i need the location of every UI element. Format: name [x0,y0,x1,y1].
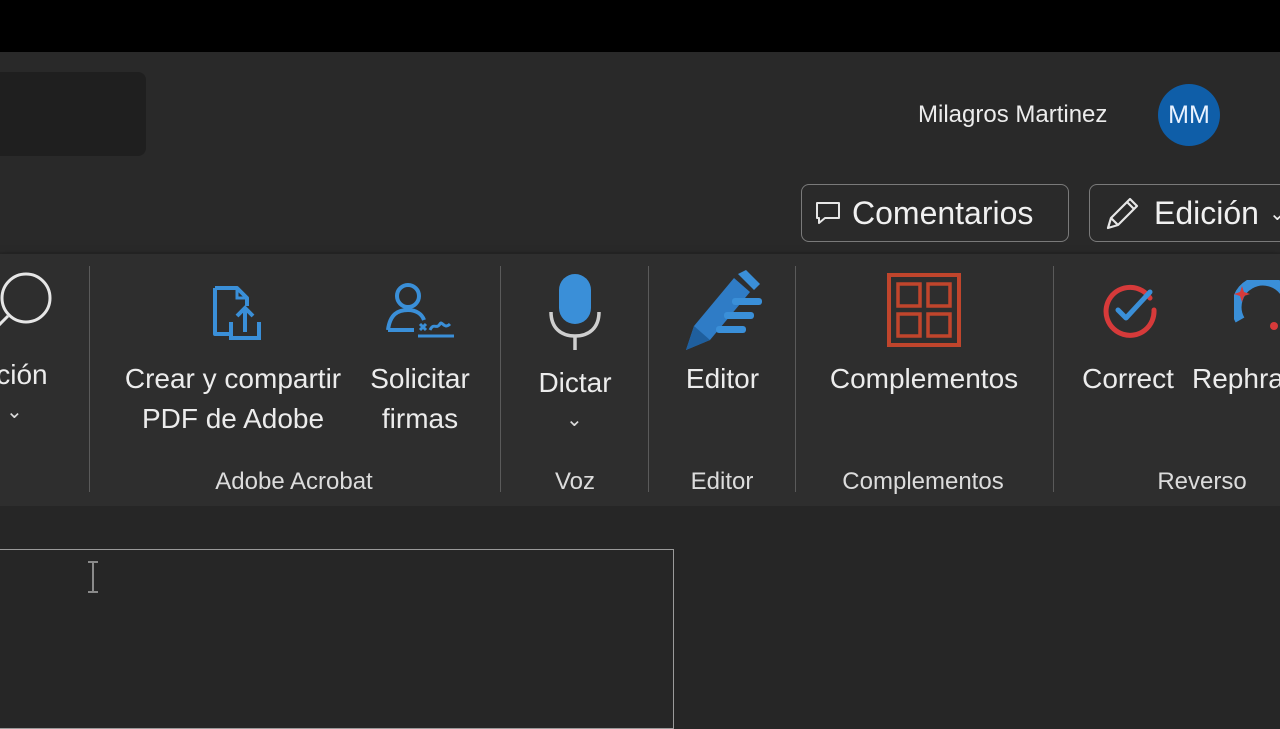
separator [795,266,796,492]
microphone-icon [549,274,601,350]
separator [648,266,649,492]
ribbon: ición ⌄ Crear y compartir PDF de Adobe S… [0,254,1280,506]
group-label-voz: Voz [554,468,596,495]
signature-icon [386,283,454,338]
correct-check-icon [1103,284,1157,338]
dictate-label: Dictar [538,367,612,398]
pdf-share-icon [213,286,261,340]
user-name[interactable]: Milagros Martinez [918,101,1107,129]
create-pdf-line2: PDF de Adobe [141,403,325,434]
find-button[interactable]: ición ⌄ [0,254,80,434]
editing-mode-button[interactable]: Edición ⌄ [1089,184,1280,242]
request-sign-line1: Solicitar [370,363,470,394]
separator [500,266,501,492]
group-label-complementos: Complementos [842,468,1004,495]
addins-label: Complementos [829,363,1019,394]
separator [89,266,90,492]
avatar[interactable]: MM [1158,84,1220,146]
editing-label: Edición [1154,194,1259,231]
request-signatures-button[interactable]: Solicitar firmas [360,254,480,454]
editor-button[interactable]: Editor [660,254,785,454]
text-cursor-icon [88,561,98,593]
comments-button[interactable]: Comentarios [801,184,1069,242]
rephrase-label: Rephra [1192,363,1280,394]
rephrase-button[interactable]: Rephra [1190,254,1280,454]
editor-pen-icon [686,270,762,350]
find-label: ición [0,359,48,390]
search-box[interactable] [0,72,146,156]
group-label-adobe-acrobat: Adobe Acrobat [215,468,373,495]
search-icon [0,272,52,327]
chevron-down-icon: ⌄ [566,409,583,431]
correct-label: Correct [1082,363,1174,394]
window-top-strip [0,0,1280,52]
addins-button[interactable]: Complementos [810,254,1038,454]
title-bar [0,52,1280,252]
comment-icon [816,202,840,224]
correct-button[interactable]: Correct [1070,254,1186,454]
group-label-editor: Editor [690,468,754,495]
editor-label: Editor [685,363,760,394]
comments-label: Comentarios [852,194,1034,231]
chevron-down-icon: ⌄ [1268,202,1280,225]
rephrase-icon [1234,280,1280,330]
avatar-initials: MM [1168,100,1210,129]
dictate-button[interactable]: Dictar ⌄ [515,254,635,454]
request-sign-line2: firmas [381,403,459,434]
pencil-icon [1106,197,1139,230]
create-share-pdf-button[interactable]: Crear y compartir PDF de Adobe [108,254,358,454]
document-page[interactable] [0,549,674,729]
chevron-down-icon: ⌄ [6,401,23,423]
separator [1053,266,1054,492]
group-label-reverso: Reverso [1157,468,1247,495]
addins-grid-icon [887,273,961,347]
create-pdf-line1: Crear y compartir [124,363,342,394]
